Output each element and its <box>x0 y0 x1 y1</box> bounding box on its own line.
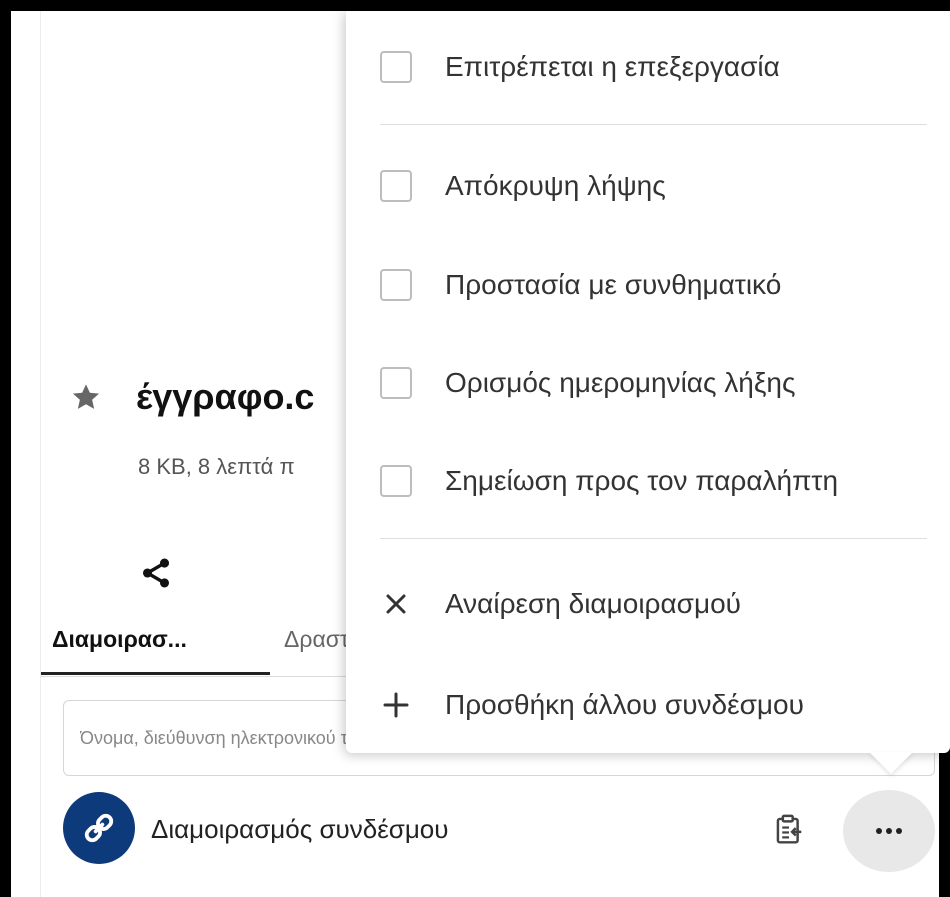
tabs-divider <box>40 676 360 677</box>
menu-item-unshare[interactable]: Αναίρεση διαμοιρασμού <box>346 574 950 634</box>
link-share-label: Διαμοιρασμός συνδέσμου <box>151 814 449 844</box>
menu-item-label: Προσθήκη άλλου συνδέσμου <box>445 689 804 720</box>
menu-item-add-link[interactable]: Προσθήκη άλλου συνδέσμου <box>346 675 950 735</box>
menu-item-expiration-date[interactable]: Ορισμός ημερομηνίας λήξης <box>346 353 950 413</box>
copy-link-button[interactable] <box>769 810 809 850</box>
sidebar-tabs: Διαμοιρασ... Δραστ <box>40 618 360 678</box>
menu-item-password-protect[interactable]: Προστασία με συνθηματικό <box>346 255 950 315</box>
link-icon <box>84 813 114 843</box>
menu-separator <box>380 538 927 539</box>
allow-editing-checkbox[interactable] <box>380 51 412 83</box>
share-icon <box>142 558 170 588</box>
password-protect-checkbox[interactable] <box>380 269 412 301</box>
note-to-recipient-checkbox[interactable] <box>380 465 412 497</box>
menu-separator <box>380 124 927 125</box>
expiration-date-checkbox[interactable] <box>380 367 412 399</box>
menu-item-label: Ορισμός ημερομηνίας λήξης <box>445 367 796 398</box>
tab-active-indicator <box>41 672 270 675</box>
menu-item-label: Επιτρέπεται η επεξεργασία <box>445 51 780 82</box>
close-icon <box>380 588 412 620</box>
more-dots-icon <box>876 828 902 834</box>
link-share-row: Διαμοιρασμός συνδέσμου <box>63 790 935 872</box>
menu-item-hide-download[interactable]: Απόκρυψη λήψης <box>346 156 950 216</box>
clipboard-icon <box>776 814 802 844</box>
menu-item-label: Σημείωση προς τον παραλήπτη <box>445 465 839 496</box>
file-name: έγγραφο.c <box>136 376 315 417</box>
hide-download-checkbox[interactable] <box>380 170 412 202</box>
menu-item-label: Προστασία με συνθηματικό <box>445 269 782 300</box>
popover-arrow <box>869 752 913 774</box>
menu-item-allow-editing[interactable]: Επιτρέπεται η επεξεργασία <box>346 37 950 97</box>
tab-sharing[interactable]: Διαμοιρασ... <box>52 626 187 653</box>
sidebar-edge <box>40 11 41 897</box>
menu-item-label: Αναίρεση διαμοιρασμού <box>445 588 741 619</box>
plus-icon <box>380 689 412 721</box>
tab-activity[interactable]: Δραστ <box>284 626 349 653</box>
file-meta: 8 KB, 8 λεπτά π <box>138 454 295 479</box>
more-actions-button[interactable] <box>843 790 935 872</box>
link-avatar <box>63 792 135 864</box>
menu-item-note-to-recipient[interactable]: Σημείωση προς τον παραλήπτη <box>346 451 950 511</box>
link-options-menu: Επιτρέπεται η επεξεργασία Απόκρυψη λήψης… <box>346 11 950 753</box>
menu-item-label: Απόκρυψη λήψης <box>445 170 666 201</box>
file-header: έγγραφο.c <box>70 372 314 422</box>
star-icon[interactable] <box>70 381 102 413</box>
